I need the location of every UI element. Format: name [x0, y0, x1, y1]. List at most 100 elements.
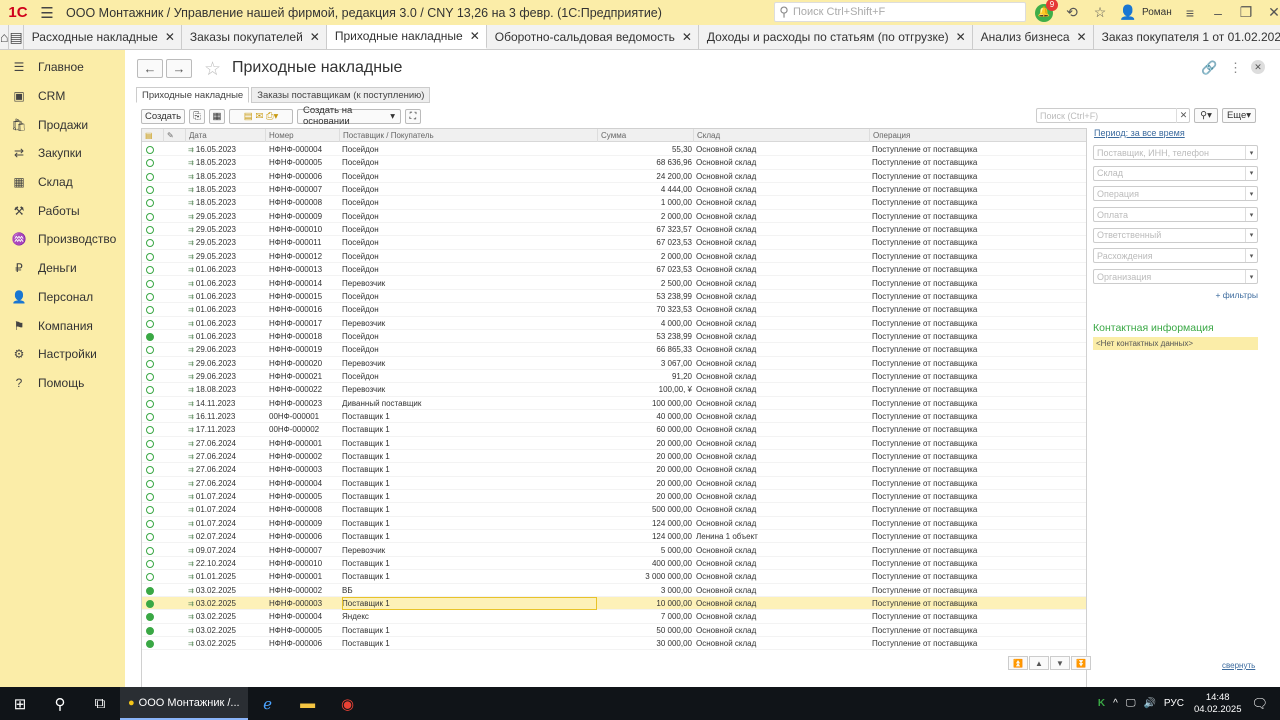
col-sum[interactable]: Сумма: [598, 129, 694, 142]
close-tab-icon[interactable]: ✕: [310, 30, 320, 44]
table-row[interactable]: ⇉ 01.06.2023 НФНФ-000015 Посейдон 53 238,99 О…: [142, 290, 1086, 304]
table-row[interactable]: ⇉ 01.07.2024 НФНФ-000005 Поставщик 1 20 000,…: [142, 490, 1086, 504]
edge-icon[interactable]: ℯ: [248, 687, 288, 720]
tab-supplier-orders[interactable]: Заказы поставщикам (к поступлению): [251, 87, 431, 103]
sidebar-item-9[interactable]: ⚑ Компания: [0, 311, 125, 340]
chevron-down-icon[interactable]: ▾: [1245, 208, 1257, 222]
tab-receipts[interactable]: Приходные накладные: [136, 87, 250, 103]
table-row[interactable]: ⇉ 09.07.2024 НФНФ-000007 Перевозчик 5 000,00…: [142, 544, 1086, 557]
tab-3[interactable]: Оборотно-сальдовая ведомость ✕: [486, 25, 699, 49]
period-link[interactable]: Период: за все время: [1094, 128, 1258, 138]
table-row[interactable]: ⇉ 27.06.2024 НФНФ-000004 Поставщик 1 20 000,…: [142, 477, 1086, 491]
sidebar-item-10[interactable]: ⚙ Настройки: [0, 340, 125, 369]
explorer-icon[interactable]: ▬: [288, 687, 328, 720]
close-tab-icon[interactable]: ✕: [682, 30, 692, 44]
tab-1[interactable]: Заказы покупателей ✕: [181, 25, 327, 49]
table-row[interactable]: ⇉ 18.05.2023 НФНФ-000005 Посейдон 68 636,96 О…: [142, 156, 1086, 170]
table-row[interactable]: ⇉ 29.05.2023 НФНФ-000010 Посейдон 67 323,57 О…: [142, 223, 1086, 237]
taskbar-search-icon[interactable]: ⚲: [40, 687, 80, 720]
link-icon[interactable]: 🔗: [1201, 60, 1217, 76]
print-attach-group[interactable]: ▤ ✉ ⎙▾: [229, 108, 293, 124]
table-row[interactable]: ⇉ 01.06.2023 НФНФ-000017 Перевозчик 4 000,00…: [142, 317, 1086, 330]
table-row[interactable]: ⇉ 03.02.2025 НФНФ-000002 ВБ 3 000,00 Основной…: [142, 584, 1086, 597]
create-based-on-button[interactable]: Создать на основании ▾: [297, 105, 401, 127]
more-filters-link[interactable]: + фильтры: [1093, 290, 1258, 300]
col-date[interactable]: Дата: [186, 129, 266, 142]
search-button[interactable]: ⚲▾: [1194, 108, 1218, 123]
home-icon[interactable]: ⌂: [0, 25, 10, 49]
close-window-icon[interactable]: ✕: [1260, 0, 1280, 25]
minimize-icon[interactable]: –: [1204, 0, 1232, 25]
scroll-down-icon[interactable]: ▼: [1050, 656, 1070, 670]
input-language[interactable]: РУС: [1164, 698, 1184, 709]
tray-app-icon[interactable]: K: [1098, 698, 1105, 709]
table-row[interactable]: ⇉ 03.02.2025 НФНФ-000006 Поставщик 1 30 000,…: [142, 637, 1086, 651]
table-row[interactable]: ⇉ 03.02.2025 НФНФ-000004 Яндекс 7 000,00 Осно…: [142, 610, 1086, 624]
more-menu-icon[interactable]: ⋮: [1229, 60, 1242, 76]
table-row[interactable]: ⇉ 29.06.2023 НФНФ-000019 Посейдон 66 865,33 О…: [142, 343, 1086, 357]
table-row[interactable]: ⇉ 29.06.2023 НФНФ-000020 Перевозчик 3 067,00…: [142, 357, 1086, 370]
chevron-down-icon[interactable]: ▾: [1245, 166, 1257, 180]
table-row[interactable]: ⇉ 01.06.2023 НФНФ-000018 Посейдон 53 238,99 О…: [142, 330, 1086, 344]
table-row[interactable]: ⇉ 29.05.2023 НФНФ-000012 Посейдон 2 000,00 Ос…: [142, 250, 1086, 264]
table-row[interactable]: ⇉ 01.06.2023 НФНФ-000016 Посейдон 70 323,53 О…: [142, 303, 1086, 317]
history-icon[interactable]: ⟲: [1058, 0, 1086, 25]
table-row[interactable]: ⇉ 17.11.2023 00НФ-000002 Поставщик 1 60 000,…: [142, 423, 1086, 437]
table-row[interactable]: ⇉ 18.05.2023 НФНФ-000007 Посейдон 4 444,00 Ос…: [142, 183, 1086, 197]
documents-table[interactable]: ▤ ✎ Дата Номер Поставщик / Покупатель Су…: [141, 128, 1087, 700]
filter-field-1[interactable]: Склад ▾: [1093, 165, 1258, 181]
chrome-icon[interactable]: ◉: [328, 687, 368, 720]
sidebar-item-11[interactable]: ? Помощь: [0, 369, 125, 398]
filter-field-0[interactable]: Поставщик, ИНН, телефон ▾: [1093, 145, 1258, 160]
table-row[interactable]: ⇉ 29.05.2023 НФНФ-000011 Посейдон 67 023,53 О…: [142, 236, 1086, 250]
taskbar-1c-app[interactable]: ● ООО Монтажник /...: [120, 687, 248, 720]
table-row[interactable]: ⇉ 01.06.2023 НФНФ-000013 Посейдон 67 023,53 О…: [142, 263, 1086, 277]
table-row[interactable]: ⇉ 22.10.2024 НФНФ-000010 Поставщик 1 400 000…: [142, 557, 1086, 571]
filter-icon[interactable]: ⛶: [405, 108, 421, 124]
sidebar-item-7[interactable]: ₽ Деньги: [0, 254, 125, 283]
sidebar-item-5[interactable]: ⚒ Работы: [0, 196, 125, 225]
chevron-down-icon[interactable]: ▾: [1245, 249, 1257, 263]
user-name[interactable]: Роман: [1142, 7, 1176, 18]
maximize-icon[interactable]: ❐: [1232, 0, 1260, 25]
tab-5[interactable]: Анализ бизнеса ✕: [972, 25, 1094, 49]
scroll-top-icon[interactable]: ⏫: [1008, 656, 1028, 670]
settings-menu-icon[interactable]: ≡: [1176, 0, 1204, 25]
forward-button[interactable]: →: [166, 59, 192, 78]
tab-6[interactable]: Заказ покупателя 1 от 01.02.2025✕: [1093, 25, 1280, 49]
table-row[interactable]: ⇉ 03.02.2025 НФНФ-000005 Поставщик 1 50 000,…: [142, 624, 1086, 637]
tray-arrow-icon[interactable]: ^: [1113, 698, 1118, 709]
favorites-icon[interactable]: ☆: [1086, 0, 1114, 25]
filter-field-2[interactable]: Операция ▾: [1093, 186, 1258, 202]
sidebar-item-1[interactable]: ▣ CRM: [0, 82, 125, 111]
table-row[interactable]: ⇉ 14.11.2023 НФНФ-000023 Диванный поставщик…: [142, 397, 1086, 410]
tab-0[interactable]: Расходные накладные ✕: [23, 25, 182, 49]
table-row[interactable]: ⇉ 03.02.2025 НФНФ-000003 Поставщик 1 10 000,…: [142, 596, 1086, 611]
network-icon[interactable]: 🖵: [1126, 698, 1136, 709]
close-form-icon[interactable]: ✕: [1251, 60, 1265, 74]
tab-2[interactable]: Приходные накладные ✕: [326, 25, 487, 49]
table-row[interactable]: ⇉ 02.07.2024 НФНФ-000006 Поставщик 1 124 000…: [142, 530, 1086, 544]
chevron-down-icon[interactable]: ▾: [1245, 270, 1257, 284]
discussions-icon[interactable]: ▤: [9, 25, 24, 49]
filter-field-3[interactable]: Оплата ▾: [1093, 207, 1258, 223]
post-icon[interactable]: ▦: [209, 108, 225, 124]
filter-field-6[interactable]: Организация ▾: [1093, 269, 1258, 285]
status-col-icon[interactable]: ▤: [142, 129, 164, 142]
chevron-down-icon[interactable]: ▾: [1245, 146, 1257, 159]
col-warehouse[interactable]: Склад: [694, 129, 870, 142]
global-search-input[interactable]: ⚲ Поиск Ctrl+Shift+F: [774, 2, 1026, 22]
table-row[interactable]: ⇉ 16.05.2023 НФНФ-000004 Посейдон 55,30 Основ…: [142, 143, 1086, 157]
table-row[interactable]: ⇉ 01.01.2025 НФНФ-000001 Поставщик 13 000 0…: [142, 570, 1086, 584]
filter-field-5[interactable]: Расхождения ▾: [1093, 248, 1258, 264]
back-button[interactable]: ←: [137, 59, 163, 78]
table-row[interactable]: ⇉ 01.06.2023 НФНФ-000014 Перевозчик 2 500,00…: [142, 277, 1086, 290]
clock[interactable]: 14:48 04.02.2025: [1194, 692, 1242, 716]
task-view-icon[interactable]: ⧉: [80, 687, 120, 720]
filter-field-4[interactable]: Ответственный ▾: [1093, 227, 1258, 243]
col-number[interactable]: Номер: [266, 129, 340, 142]
table-row[interactable]: ⇉ 27.06.2024 НФНФ-000003 Поставщик 1 20 000,…: [142, 463, 1086, 477]
table-row[interactable]: ⇉ 27.06.2024 НФНФ-000002 Поставщик 1 20 000,…: [142, 450, 1086, 464]
col-party[interactable]: Поставщик / Покупатель: [340, 129, 598, 142]
tab-4[interactable]: Доходы и расходы по статьям (по отгрузке…: [698, 25, 973, 49]
